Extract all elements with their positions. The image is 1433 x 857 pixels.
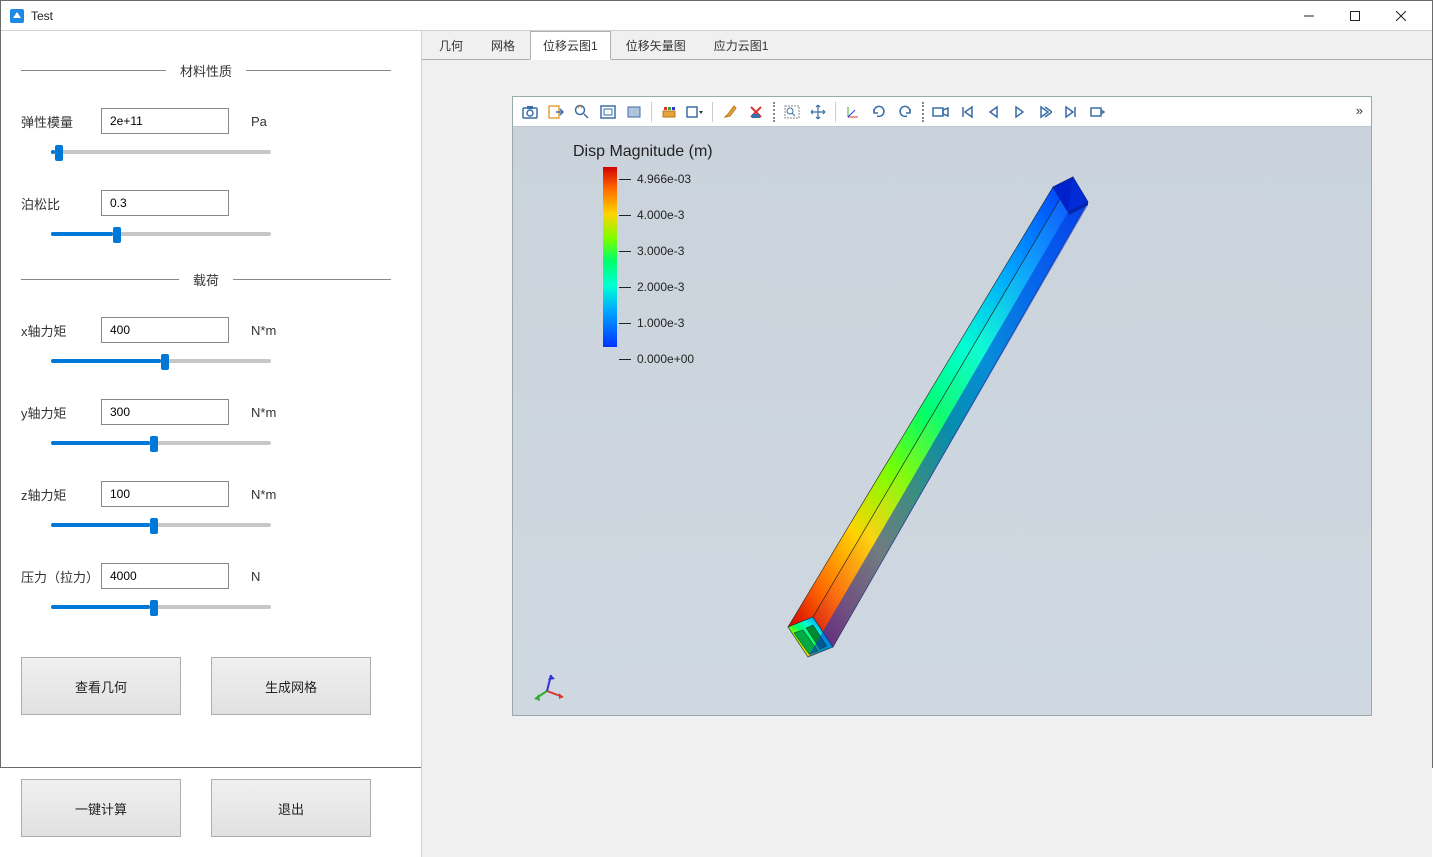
pressure-unit: N	[251, 569, 260, 584]
mx-unit: N*m	[251, 323, 276, 338]
elastic-unit: Pa	[251, 114, 267, 129]
camera-record-icon[interactable]	[930, 101, 952, 123]
axes-icon[interactable]	[842, 101, 864, 123]
axis-triad-icon	[529, 669, 569, 705]
compute-button[interactable]: 一键计算	[21, 779, 181, 837]
app-icon	[9, 8, 25, 24]
mz-row: z轴力矩 N*m	[21, 481, 391, 507]
delete-icon[interactable]	[745, 101, 767, 123]
rotate-cw-icon[interactable]	[868, 101, 890, 123]
tab-bar: 几何 网格 位移云图1 位移矢量图 应力云图1	[422, 31, 1432, 59]
render-canvas[interactable]: Disp Magnitude (m) 4.966e-03 4.000e-3 3.…	[513, 127, 1371, 715]
my-label: y轴力矩	[21, 403, 101, 422]
elastic-label: 弹性模量	[21, 112, 101, 131]
elastic-modulus-row: 弹性模量 Pa	[21, 108, 391, 134]
brush-icon[interactable]	[719, 101, 741, 123]
content-area: 几何 网格 位移云图1 位移矢量图 应力云图1	[421, 31, 1432, 857]
mz-input[interactable]	[101, 481, 229, 507]
mx-label: x轴力矩	[21, 321, 101, 340]
mx-row: x轴力矩 N*m	[21, 317, 391, 343]
tab-disp-vector[interactable]: 位移矢量图	[613, 31, 699, 59]
viewer-wrap: » Disp Magnitude (m) 4.966e-03 4.000e-3 …	[422, 59, 1432, 857]
poisson-input[interactable]	[101, 190, 229, 216]
pressure-row: 压力（拉力） N	[21, 563, 391, 589]
zoom-reset-icon[interactable]	[571, 101, 593, 123]
my-unit: N*m	[251, 405, 276, 420]
mz-unit: N*m	[251, 487, 276, 502]
pressure-label: 压力（拉力）	[21, 567, 101, 586]
poisson-slider[interactable]	[51, 232, 271, 236]
window-controls	[1286, 1, 1424, 31]
tab-disp-contour[interactable]: 位移云图1	[530, 31, 611, 60]
palette-icon[interactable]	[658, 101, 680, 123]
mx-input[interactable]	[101, 317, 229, 343]
rotate-ccw-icon[interactable]	[894, 101, 916, 123]
view-geometry-button[interactable]: 查看几何	[21, 657, 181, 715]
elastic-slider[interactable]	[51, 150, 271, 154]
sidebar: 材料性质 弹性模量 Pa 泊松比 载荷	[1, 31, 421, 857]
my-row: y轴力矩 N*m	[21, 399, 391, 425]
first-frame-icon[interactable]	[956, 101, 978, 123]
poisson-row: 泊松比	[21, 190, 391, 216]
last-frame-icon[interactable]	[1060, 101, 1082, 123]
beam-render	[513, 127, 1333, 715]
group-material-header: 材料性质	[21, 61, 391, 80]
tab-mesh[interactable]: 网格	[478, 31, 528, 59]
minimize-button[interactable]	[1286, 1, 1332, 31]
pressure-slider[interactable]	[51, 605, 271, 609]
maximize-button[interactable]	[1332, 1, 1378, 31]
viewer-toolbar: »	[513, 97, 1371, 127]
group-load-title: 载荷	[179, 270, 233, 289]
tab-geometry[interactable]: 几何	[426, 31, 476, 59]
next-frame-icon[interactable]	[1034, 101, 1056, 123]
select-rect-icon[interactable]	[781, 101, 803, 123]
window-title: Test	[31, 9, 1286, 23]
pan-icon[interactable]	[807, 101, 829, 123]
viewer: » Disp Magnitude (m) 4.966e-03 4.000e-3 …	[512, 96, 1372, 716]
prev-frame-icon[interactable]	[982, 101, 1004, 123]
box-dropdown-icon[interactable]	[684, 101, 706, 123]
my-input[interactable]	[101, 399, 229, 425]
generate-mesh-button[interactable]: 生成网格	[211, 657, 371, 715]
bounding-box-icon[interactable]	[623, 101, 645, 123]
group-material-title: 材料性质	[166, 61, 246, 80]
pressure-input[interactable]	[101, 563, 229, 589]
play-icon[interactable]	[1008, 101, 1030, 123]
poisson-label: 泊松比	[21, 194, 101, 213]
mz-label: z轴力矩	[21, 485, 101, 504]
my-slider[interactable]	[51, 441, 271, 445]
mz-slider[interactable]	[51, 523, 271, 527]
group-load-header: 载荷	[21, 270, 391, 289]
loop-icon[interactable]	[1086, 101, 1108, 123]
exit-button[interactable]: 退出	[211, 779, 371, 837]
elastic-input[interactable]	[101, 108, 229, 134]
screenshot-icon[interactable]	[519, 101, 541, 123]
mx-slider[interactable]	[51, 359, 271, 363]
main-area: 材料性质 弹性模量 Pa 泊松比 载荷	[1, 31, 1432, 857]
fit-window-icon[interactable]	[597, 101, 619, 123]
toolbar-expand-icon[interactable]: »	[1356, 103, 1363, 118]
action-buttons: 查看几何 生成网格 一键计算 退出	[21, 657, 391, 837]
tab-stress-contour[interactable]: 应力云图1	[701, 31, 782, 59]
titlebar: Test	[1, 1, 1432, 31]
close-button[interactable]	[1378, 1, 1424, 31]
app-window: Test 材料性质 弹性模量 Pa 泊松比	[0, 0, 1433, 768]
export-icon[interactable]	[545, 101, 567, 123]
